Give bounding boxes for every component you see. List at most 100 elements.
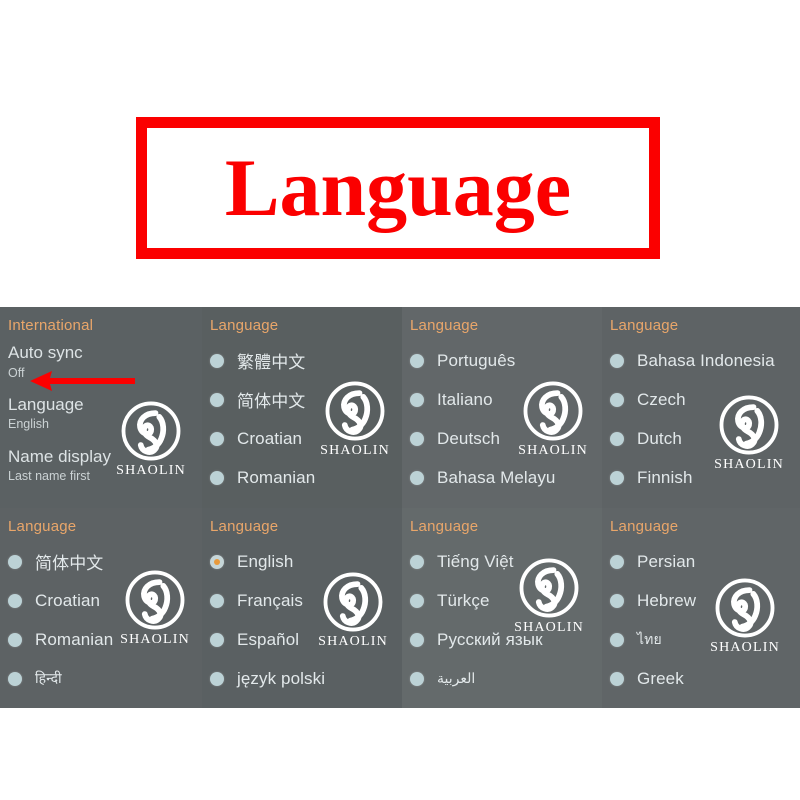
list-item[interactable]: Français [210,581,398,620]
radio-icon[interactable] [610,431,624,446]
language-option-list: 繁體中文 简体中文 Croatian Romanian [210,341,398,497]
language-option-list: Bahasa Indonesia Czech Dutch Finnish [610,341,796,497]
list-item[interactable]: 简体中文 [210,380,398,419]
language-label: Finnish [637,467,693,487]
radio-icon[interactable] [210,632,224,647]
radio-icon[interactable] [610,593,624,608]
radio-icon[interactable] [410,554,424,569]
list-item[interactable]: Tiếng Việt [410,542,598,581]
radio-icon[interactable] [8,554,22,569]
list-item[interactable]: Czech [610,380,796,419]
radio-icon-selected[interactable] [210,554,224,569]
setting-name-display[interactable]: Name display Last name first [8,447,198,484]
language-label: Romanian [35,629,114,649]
panel-language-2: Language 繁體中文 简体中文 Croatian Romanian SHA… [202,307,402,508]
list-item[interactable]: Croatian [8,581,198,620]
language-option-list: English Français Español język polski [210,542,398,698]
radio-icon[interactable] [610,554,624,569]
panel-language-5: Language 简体中文 Croatian Romanian हिन्दी S… [0,508,202,708]
radio-icon[interactable] [210,392,224,407]
list-item[interactable]: ไทย [610,620,796,659]
radio-icon[interactable] [410,671,424,686]
list-item[interactable]: Español [210,620,398,659]
list-item[interactable]: Русский язык [410,620,598,659]
list-item[interactable]: العربية [410,659,598,698]
language-label: Español [237,629,300,649]
list-item[interactable]: Hebrew [610,581,796,620]
list-item[interactable]: 简体中文 [8,542,198,581]
language-label: 繁體中文 [237,353,306,372]
language-label: Français [237,590,303,610]
radio-icon[interactable] [210,593,224,608]
panel-language-4: Language Bahasa Indonesia Czech Dutch Fi… [602,307,800,508]
radio-icon[interactable] [210,353,224,368]
panel-language-8: Language Persian Hebrew ไทย Greek SHAOLI… [602,508,800,708]
language-option-list: Persian Hebrew ไทย Greek [610,542,796,698]
setting-auto-sync[interactable]: Auto sync Off [8,343,198,380]
list-item[interactable]: Greek [610,659,796,698]
list-item[interactable]: Deutsch [410,419,598,458]
list-item[interactable]: Bahasa Melayu [410,458,598,497]
list-item[interactable]: Finnish [610,458,796,497]
language-label: Türkçe [437,590,490,610]
language-label: 简体中文 [35,554,104,573]
radio-icon[interactable] [610,353,624,368]
setting-value: Off [8,365,25,380]
radio-icon[interactable] [610,671,624,686]
panel-header: Language [410,518,479,535]
radio-icon[interactable] [210,470,224,485]
setting-label: Language [8,394,84,414]
panel-header: Language [410,317,479,334]
radio-icon[interactable] [410,470,424,485]
radio-icon[interactable] [410,392,424,407]
language-label: Bahasa Melayu [437,467,556,487]
language-label: हिन्दी [35,670,62,686]
list-item[interactable]: Persian [610,542,796,581]
language-label: język polski [237,668,326,688]
radio-icon[interactable] [410,593,424,608]
panel-header: Language [610,317,679,334]
panel-language-7: Language Tiếng Việt Türkçe Русский язык … [402,508,602,708]
panel-header: Language [610,518,679,535]
radio-icon[interactable] [610,470,624,485]
list-item[interactable]: Dutch [610,419,796,458]
radio-icon[interactable] [8,593,22,608]
radio-icon[interactable] [210,431,224,446]
language-screens-grid: International Auto sync Off Language Eng… [0,307,800,708]
language-option-list: 简体中文 Croatian Romanian हिन्दी [8,542,198,698]
page-title: Language [224,142,572,233]
language-option-list: Tiếng Việt Türkçe Русский язык العربية [410,542,598,698]
radio-icon[interactable] [210,671,224,686]
setting-value: English [8,417,49,432]
radio-icon[interactable] [410,632,424,647]
panel-header: Language [210,317,279,334]
list-item[interactable]: English [210,542,398,581]
setting-label: Auto sync [8,343,83,362]
radio-icon[interactable] [610,632,624,647]
radio-icon[interactable] [410,431,424,446]
setting-value: Last name first [8,469,90,484]
language-label: Dutch [637,428,682,448]
radio-icon[interactable] [8,632,22,647]
radio-icon[interactable] [410,353,424,368]
panel-international-settings: International Auto sync Off Language Eng… [0,307,202,508]
panel-header: Language [210,518,279,535]
language-option-list: Português Italiano Deutsch Bahasa Melayu [410,341,598,497]
list-item[interactable]: język polski [210,659,398,698]
list-item[interactable]: Português [410,341,598,380]
setting-language[interactable]: Language English [8,395,198,432]
list-item[interactable]: हिन्दी [8,659,198,698]
list-item[interactable]: Romanian [210,458,398,497]
list-item[interactable]: Italiano [410,380,598,419]
language-label: Romanian [237,467,316,487]
radio-icon[interactable] [8,671,22,686]
language-label: Croatian [35,590,101,610]
list-item[interactable]: Romanian [8,620,198,659]
list-item[interactable]: Türkçe [410,581,598,620]
panel-language-3: Language Português Italiano Deutsch Baha… [402,307,602,508]
list-item[interactable]: Bahasa Indonesia [610,341,796,380]
list-item[interactable]: Croatian [210,419,398,458]
radio-icon[interactable] [610,392,624,407]
panel-header: Language [8,518,77,535]
list-item[interactable]: 繁體中文 [210,341,398,380]
